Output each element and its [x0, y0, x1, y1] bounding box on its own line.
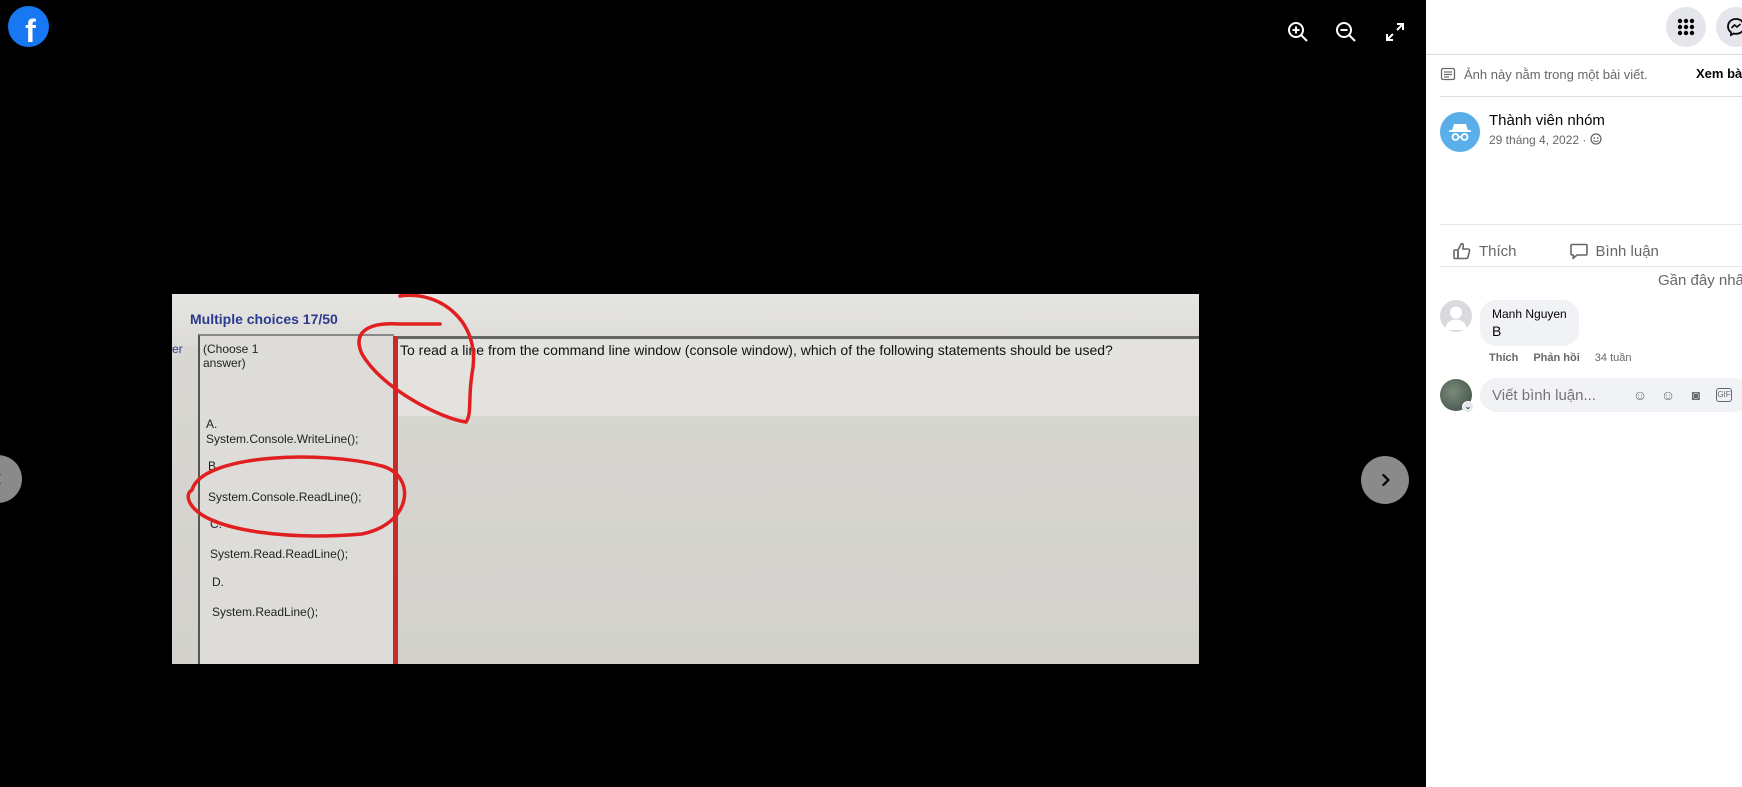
menu-button[interactable]	[1666, 7, 1706, 47]
comment-like-link[interactable]: Thích	[1489, 352, 1518, 364]
logo-letter: f	[25, 12, 36, 49]
post-icon	[1440, 67, 1456, 81]
post-date-text: 29 tháng 4, 2022 ·	[1489, 133, 1590, 147]
divider	[1440, 96, 1742, 97]
divider	[1440, 266, 1742, 267]
comment-bubble: Manh Nguyen B	[1480, 300, 1579, 346]
photo-viewer: f Multiple choices 17/50 er (Choose 1 an…	[0, 0, 1426, 787]
comment-input[interactable]	[1492, 386, 1632, 404]
messenger-icon	[1727, 18, 1742, 37]
gif-icon[interactable]: GIF	[1716, 388, 1732, 402]
incognito-icon	[1449, 124, 1471, 141]
audience-icon	[1590, 133, 1602, 145]
post-author: Thành viên nhóm 29 tháng 4, 2022 ·	[1440, 112, 1605, 152]
question-circle-mark	[357, 294, 476, 424]
like-button[interactable]: Thích	[1440, 241, 1517, 261]
commenter-name[interactable]: Manh Nguyen	[1492, 307, 1567, 321]
comment-input-box: ☺ ☺ ◙ GIF	[1480, 378, 1742, 412]
next-photo-button[interactable]	[1361, 456, 1409, 504]
post-note: Ảnh này nằm trong một bài viết. Xem bài	[1440, 66, 1742, 82]
zoom-in-icon[interactable]	[1286, 20, 1314, 48]
chevron-left-icon	[0, 474, 1, 484]
thumbs-up-icon	[1453, 242, 1471, 260]
comment-actions: Thích Phản hồi 34 tuần	[1489, 352, 1647, 364]
comment-reply-link[interactable]: Phản hồi	[1533, 352, 1579, 364]
camera-icon[interactable]: ◙	[1688, 387, 1704, 403]
comment-label: Bình luận	[1595, 242, 1659, 260]
comment-sort-dropdown[interactable]: Gần đây nhấ	[1658, 272, 1742, 289]
answer-circle-mark	[186, 455, 407, 538]
post-date[interactable]: 29 tháng 4, 2022 ·	[1489, 133, 1605, 147]
red-pen-marks	[186, 294, 476, 538]
prev-photo-button[interactable]	[0, 455, 22, 503]
author-name[interactable]: Thành viên nhóm	[1489, 112, 1605, 129]
chevron-down-icon: ⌄	[1462, 401, 1474, 413]
comment-text: B	[1492, 323, 1502, 339]
grid-menu-icon	[1677, 18, 1695, 36]
comment-icon	[1569, 243, 1588, 260]
post-note-text: Ảnh này nằm trong một bài viết.	[1464, 66, 1648, 82]
avatar-sticker-icon[interactable]: ☺	[1632, 387, 1648, 403]
fullscreen-icon[interactable]	[1383, 20, 1411, 48]
comment-time[interactable]: 34 tuần	[1595, 352, 1632, 364]
sidebar-topbar	[1426, 0, 1742, 55]
anonymous-member-avatar[interactable]	[1440, 112, 1480, 152]
comment-button[interactable]: Bình luận	[1557, 241, 1659, 261]
post-photo: Multiple choices 17/50 er (Choose 1 answ…	[172, 294, 1199, 664]
facebook-logo[interactable]: f	[8, 6, 49, 47]
emoji-icon[interactable]: ☺	[1660, 387, 1676, 403]
current-user-avatar[interactable]: ⌄	[1440, 379, 1474, 413]
zoom-out-icon[interactable]	[1334, 20, 1362, 48]
commenter-avatar[interactable]	[1440, 300, 1472, 332]
comment-composer: ⌄ ☺ ☺ ◙ GIF	[1440, 378, 1742, 413]
chevron-right-icon	[1381, 473, 1390, 487]
post-sidebar: Ảnh này nằm trong một bài viết. Xem bài …	[1426, 0, 1742, 787]
post-actions: Thích Bình luận	[1440, 234, 1742, 268]
default-avatar-icon	[1445, 306, 1467, 330]
comment-item: Manh Nguyen B	[1440, 300, 1579, 346]
like-label: Thích	[1479, 242, 1517, 260]
divider	[1440, 224, 1742, 225]
messenger-button[interactable]	[1716, 7, 1742, 47]
view-post-link[interactable]: Xem bài	[1696, 66, 1742, 81]
